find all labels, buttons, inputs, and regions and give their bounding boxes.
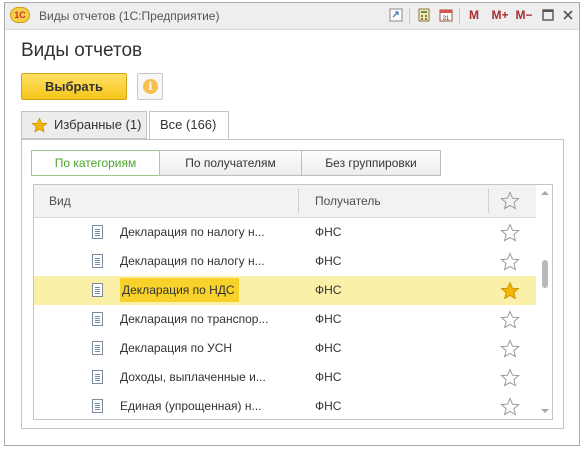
column-header-type[interactable]: Вид <box>49 185 71 217</box>
favorite-star-filled-icon[interactable] <box>500 281 520 301</box>
info-button[interactable]: i <box>137 73 163 100</box>
close-icon[interactable] <box>561 8 575 22</box>
window-title: Виды отчетов (1С:Предприятие) <box>39 9 220 23</box>
report-type-name: Доходы, выплаченные и... <box>120 363 266 392</box>
scroll-up-icon[interactable] <box>541 191 549 195</box>
tab-all[interactable]: Все (166) <box>149 111 229 140</box>
report-type-name: Декларация по транспор... <box>120 305 268 334</box>
report-type-name: Декларация по налогу н... <box>120 247 265 276</box>
report-type-name-text: Декларация по налогу н... <box>120 254 265 268</box>
table-row[interactable]: Единая (упрощенная) н... ФНС <box>34 392 536 419</box>
report-type-name-text: Доходы, выплаченные и... <box>120 370 266 384</box>
maximize-icon[interactable] <box>541 8 555 22</box>
titlebar-separator <box>459 8 460 24</box>
tab-favorites[interactable]: Избранные (1) <box>21 111 147 139</box>
table-row[interactable]: Декларация по УСН ФНС <box>34 334 536 363</box>
report-types-table: Вид Получатель Декларация по налогу н...… <box>33 184 553 420</box>
report-type-name-text: Декларация по транспор... <box>120 312 269 326</box>
info-icon: i <box>143 79 158 94</box>
app-logo-icon[interactable]: 1С <box>10 7 30 23</box>
favorite-star-icon[interactable] <box>500 397 520 417</box>
recipient-cell: ФНС <box>315 399 342 413</box>
report-type-name-text: Декларация по НДС <box>120 278 239 302</box>
report-type-name: Декларация по НДС <box>120 276 239 305</box>
no-grouping-button[interactable]: Без группировки <box>301 150 441 176</box>
document-icon <box>92 399 103 413</box>
titlebar-separator <box>409 8 410 24</box>
report-type-name-text: Декларация по УСН <box>120 341 233 355</box>
tab-all-label: Все (166) <box>160 117 217 132</box>
document-icon <box>92 341 103 355</box>
favorite-star-icon[interactable] <box>500 252 520 272</box>
vertical-scrollbar[interactable] <box>537 185 552 419</box>
recipient-cell: ФНС <box>315 254 342 268</box>
report-type-name-text: Декларация по налогу н... <box>120 225 265 239</box>
report-type-name: Декларация по налогу н... <box>120 218 265 247</box>
report-type-name-text: Единая (упрощенная) н... <box>120 399 262 413</box>
svg-text:31: 31 <box>443 16 450 22</box>
document-icon <box>92 283 103 297</box>
recipient-cell: ФНС <box>315 370 342 384</box>
page-title: Виды отчетов <box>21 40 143 61</box>
document-icon <box>92 370 103 384</box>
group-by-recipient-button[interactable]: По получателям <box>159 150 302 176</box>
table-row[interactable]: Декларация по налогу н... ФНС <box>34 218 536 247</box>
recipient-cell: ФНС <box>315 312 342 326</box>
column-separator <box>298 189 299 213</box>
memory-m-button[interactable]: M <box>467 7 481 24</box>
scroll-thumb[interactable] <box>542 260 548 288</box>
document-icon <box>92 254 103 268</box>
document-icon <box>92 225 103 239</box>
title-bar: 1С Виды отчетов (1С:Предприятие) 31 M M+… <box>5 3 579 30</box>
column-header-recipient[interactable]: Получатель <box>315 185 381 217</box>
report-type-name: Декларация по УСН <box>120 334 232 363</box>
column-separator <box>488 189 489 213</box>
table-row[interactable]: Доходы, выплаченные и... ФНС <box>34 363 536 392</box>
table-row[interactable]: Декларация по транспор... ФНС <box>34 305 536 334</box>
select-button[interactable]: Выбрать <box>21 73 127 100</box>
link-icon[interactable] <box>389 8 403 22</box>
tab-favorites-label: Избранные (1) <box>54 117 142 132</box>
calendar-icon[interactable]: 31 <box>439 8 453 22</box>
report-types-window: 1С Виды отчетов (1С:Предприятие) 31 M M+… <box>4 2 580 446</box>
recipient-cell: ФНС <box>315 225 342 239</box>
scroll-down-icon[interactable] <box>541 409 549 413</box>
calculator-icon[interactable] <box>417 8 431 22</box>
recipient-cell: ФНС <box>315 341 342 355</box>
memory-plus-button[interactable]: M+ <box>489 7 511 24</box>
recipient-cell: ФНС <box>315 283 342 297</box>
memory-minus-button[interactable]: M− <box>513 7 535 24</box>
favorite-star-icon[interactable] <box>500 339 520 359</box>
favorite-star-icon[interactable] <box>500 223 520 243</box>
star-icon <box>31 117 48 133</box>
table-header: Вид Получатель <box>34 185 536 218</box>
group-by-category-button[interactable]: По категориям <box>31 150 160 176</box>
favorite-column-star-icon[interactable] <box>500 191 520 211</box>
report-type-name: Единая (упрощенная) н... <box>120 392 262 419</box>
favorite-star-icon[interactable] <box>500 368 520 388</box>
document-icon <box>92 312 103 326</box>
favorite-star-icon[interactable] <box>500 310 520 330</box>
table-row[interactable]: Декларация по НДС ФНС <box>34 276 536 305</box>
table-row[interactable]: Декларация по налогу н... ФНС <box>34 247 536 276</box>
